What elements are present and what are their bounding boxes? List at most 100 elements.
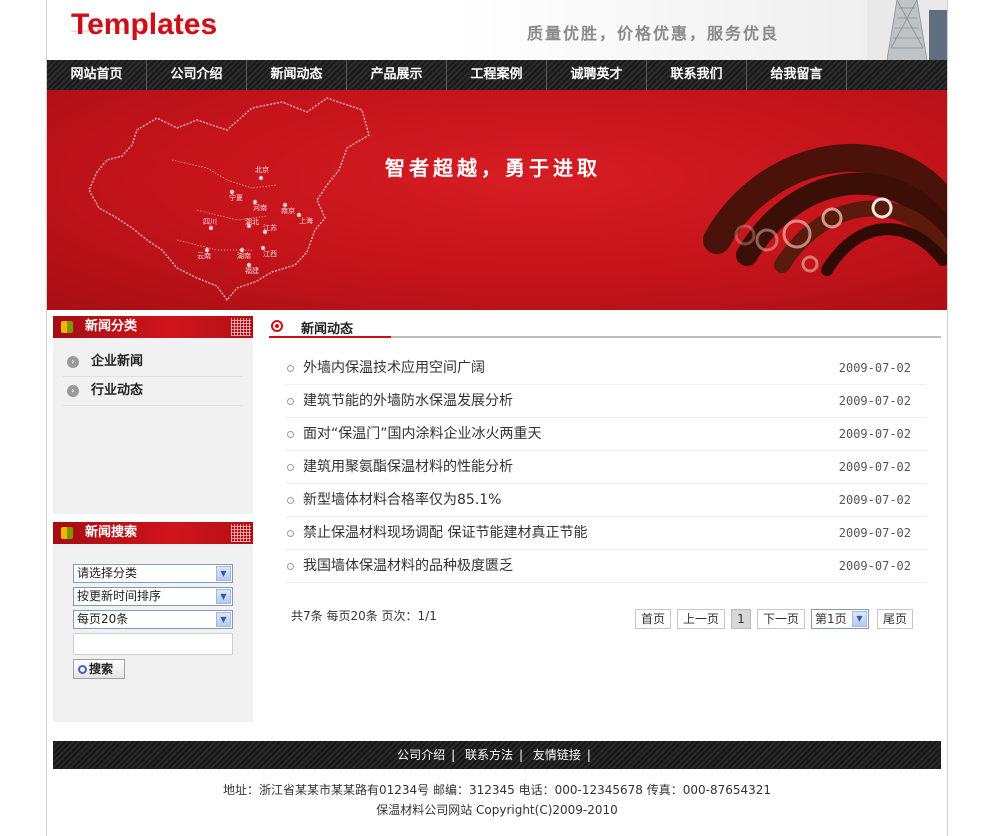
category-label: 行业动态 — [91, 383, 144, 398]
category-select[interactable]: 请选择分类 ▼ — [73, 564, 233, 583]
page-jump-value: 第1页 — [815, 612, 847, 626]
circle-bullet-icon — [287, 431, 294, 438]
news-title[interactable]: 我国墙体保温材料的品种极度匮乏 — [303, 550, 513, 582]
last-page-button[interactable]: 尾页 — [877, 609, 913, 629]
news-section-title: 新闻动态 — [301, 322, 354, 337]
footer-copyright: 保温材料公司网站 Copyright(C)2009-2010 — [376, 803, 618, 817]
page-jump-select[interactable]: 第1页 ▼ — [811, 609, 869, 629]
circle-bullet-icon — [287, 398, 294, 405]
category-item-industry-news[interactable]: › 行业动态 — [63, 377, 243, 406]
news-title[interactable]: 新型墙体材料合格率仅为85.1% — [303, 484, 501, 516]
news-title[interactable]: 面对“保温门”国内涂料企业冰火两重天 — [303, 418, 542, 450]
nav-jobs[interactable]: 诚聘英才 — [547, 60, 647, 90]
news-date: 2009-07-02 — [838, 526, 911, 540]
title-bullet-icon — [61, 321, 73, 333]
news-item[interactable]: 建筑节能的外墙防水保温发展分析 2009-07-02 — [285, 385, 927, 418]
news-item[interactable]: 我国墙体保温材料的品种极度匮乏 2009-07-02 — [285, 550, 927, 583]
circle-bullet-icon — [287, 530, 294, 537]
banner: 北京 宁夏 河南 南京 上海 四川 湖北 江苏 云南 湖南 江西 福建 智者超越… — [47, 90, 947, 310]
search-title: 新闻搜索 — [85, 525, 138, 540]
nav-home[interactable]: 网站首页 — [47, 60, 147, 90]
news-search-box: 新闻搜索 请选择分类 ▼ 按更新时间排序 ▼ 每页20条 ▼ 搜索 — [53, 522, 253, 722]
categories-list: › 企业新闻 › 行业动态 — [53, 338, 253, 406]
news-title[interactable]: 禁止保温材料现场调配 保证节能建材真正节能 — [303, 517, 587, 549]
news-categories-box: 新闻分类 › 企业新闻 › 行业动态 — [53, 316, 253, 514]
nav-about[interactable]: 公司介绍 — [147, 60, 247, 90]
category-select-value: 请选择分类 — [77, 566, 138, 580]
news-item[interactable]: 禁止保温材料现场调配 保证节能建材真正节能 2009-07-02 — [285, 517, 927, 550]
news-date: 2009-07-02 — [838, 427, 911, 441]
nav-cases[interactable]: 工程案例 — [447, 60, 547, 90]
chevron-down-icon: ▼ — [216, 589, 231, 604]
current-page-indicator: 1 — [731, 609, 751, 629]
footer-address: 地址：浙江省某某市某某路有01234号 邮编：312345 电话：000-123… — [222, 783, 772, 797]
first-page-button[interactable]: 首页 — [635, 609, 671, 629]
arrow-bullet-icon: › — [67, 385, 79, 397]
footer-links-bar: 公司介绍 | 联系方法 | 友情链接 | — [53, 741, 941, 769]
news-main: 新闻动态 外墙内保温技术应用空间广阔 2009-07-02 建筑节能的外墙防水保… — [269, 316, 941, 633]
pagesize-select[interactable]: 每页20条 ▼ — [73, 610, 233, 629]
site-header: Templates Templates 质量优胜，价格优惠，服务优良 — [47, 0, 947, 60]
circle-bullet-icon — [287, 464, 294, 471]
circle-bullet-icon — [287, 365, 294, 372]
search-icon — [78, 665, 87, 674]
news-date: 2009-07-02 — [838, 559, 911, 573]
tower-image — [867, 0, 947, 60]
footer-link-friends[interactable]: 友情链接 — [533, 748, 581, 762]
sort-select[interactable]: 按更新时间排序 ▼ — [73, 587, 233, 606]
news-date: 2009-07-02 — [838, 493, 911, 507]
header-slogan: 质量优胜，价格优惠，服务优良 — [527, 24, 780, 43]
categories-title-bar: 新闻分类 — [53, 316, 253, 338]
map-label-nanjing: 南京 — [281, 206, 295, 215]
search-keyword-input[interactable] — [73, 633, 233, 655]
nav-products[interactable]: 产品展示 — [347, 60, 447, 90]
sort-select-value: 按更新时间排序 — [77, 589, 162, 603]
categories-title: 新闻分类 — [85, 319, 138, 334]
news-title[interactable]: 外墙内保温技术应用空间广阔 — [303, 352, 485, 384]
news-item[interactable]: 外墙内保温技术应用空间广阔 2009-07-02 — [285, 352, 927, 385]
category-item-company-news[interactable]: › 企业新闻 — [63, 348, 243, 377]
circle-bullet-icon — [287, 497, 294, 504]
banner-tagline: 智者超越，勇于进取 — [385, 156, 601, 180]
map-label-jiangsu: 江苏 — [263, 223, 277, 232]
news-date: 2009-07-02 — [838, 361, 911, 375]
site-logo-reflection: Templates — [71, 19, 218, 34]
news-title[interactable]: 建筑节能的外墙防水保温发展分析 — [303, 385, 513, 417]
news-title[interactable]: 建筑用聚氨酯保温材料的性能分析 — [303, 451, 513, 483]
search-button[interactable]: 搜索 — [73, 659, 125, 679]
prev-page-button[interactable]: 上一页 — [677, 609, 725, 629]
footer-info: 地址：浙江省某某市某某路有01234号 邮编：312345 电话：000-123… — [47, 780, 947, 820]
circle-bullet-icon — [287, 563, 294, 570]
category-label: 企业新闻 — [91, 354, 144, 369]
arrow-bullet-icon: › — [67, 356, 79, 368]
map-label-jiangxi: 江西 — [263, 250, 277, 258]
news-date: 2009-07-02 — [838, 460, 911, 474]
map-label-yunnan: 云南 — [197, 251, 211, 260]
chevron-down-icon: ▼ — [216, 612, 231, 627]
map-label-hubei: 湖北 — [245, 217, 259, 226]
nav-message[interactable]: 给我留言 — [747, 60, 847, 90]
news-item[interactable]: 新型墙体材料合格率仅为85.1% 2009-07-02 — [285, 484, 927, 517]
next-page-button[interactable]: 下一页 — [757, 609, 805, 629]
map-label-beijing: 北京 — [255, 165, 269, 174]
target-icon — [271, 320, 283, 332]
footer-link-about[interactable]: 公司介绍 — [397, 748, 445, 762]
nav-contact[interactable]: 联系我们 — [647, 60, 747, 90]
title-underline — [269, 336, 391, 338]
title-bullet-icon — [61, 527, 73, 539]
news-list: 外墙内保温技术应用空间广阔 2009-07-02 建筑节能的外墙防水保温发展分析… — [285, 352, 927, 583]
main-nav: 网站首页 公司介绍 新闻动态 产品展示 工程案例 诚聘英才 联系我们 给我留言 — [47, 60, 947, 90]
search-title-bar: 新闻搜索 — [53, 522, 253, 544]
chevron-down-icon: ▼ — [852, 611, 867, 627]
map-label-fujian: 福建 — [245, 266, 259, 275]
footer-link-contact[interactable]: 联系方法 — [465, 748, 513, 762]
news-section-header: 新闻动态 — [269, 316, 941, 338]
chevron-down-icon: ▼ — [216, 566, 231, 581]
pagesize-select-value: 每页20条 — [77, 612, 129, 626]
news-item[interactable]: 建筑用聚氨酯保温材料的性能分析 2009-07-02 — [285, 451, 927, 484]
grid-pattern-icon — [231, 318, 251, 336]
map-label-shanghai: 上海 — [299, 216, 313, 225]
news-item[interactable]: 面对“保温门”国内涂料企业冰火两重天 2009-07-02 — [285, 418, 927, 451]
news-date: 2009-07-02 — [838, 394, 911, 408]
nav-news[interactable]: 新闻动态 — [247, 60, 347, 90]
